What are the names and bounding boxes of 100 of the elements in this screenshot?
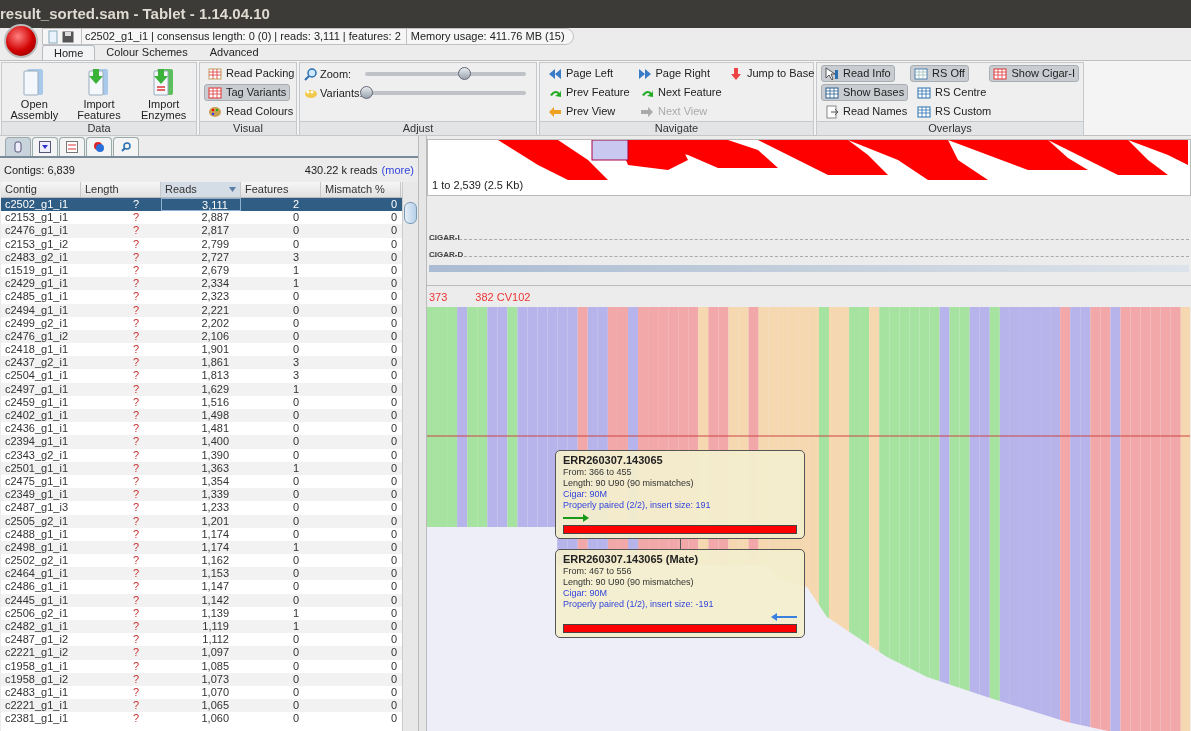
table-row[interactable]: c2437_g2_i1 ? 1,861 3 0 — [1, 356, 403, 370]
palette-icon — [208, 104, 222, 119]
ribbon-button[interactable]: RS Custom — [913, 103, 996, 120]
panel-tab[interactable] — [32, 137, 58, 156]
table-row[interactable]: c2349_g1_i1 ? 1,339 0 0 — [1, 488, 403, 502]
column-header[interactable]: Reads — [161, 182, 241, 197]
table-cell-text: c2483_g2_i1 — [4, 250, 69, 264]
panel-tab[interactable] — [59, 137, 85, 156]
popup-title: ERR260307.143065 — [563, 453, 664, 467]
slider-thumb[interactable] — [458, 67, 472, 80]
table-row[interactable]: c2502_g1_i1 ? 3,111 2 0 — [1, 198, 403, 212]
table-row[interactable]: c2402_g1_i1 ? 1,498 0 0 — [1, 409, 403, 423]
ribbon-button[interactable]: Show Cigar-I — [989, 65, 1079, 82]
slider-thumb[interactable] — [360, 86, 373, 99]
table-cell-text: 1,498 — [200, 409, 230, 423]
table-cell-text: 0 — [389, 435, 398, 449]
ribbon-button[interactable]: Jump to Base — [725, 65, 819, 82]
table-cell-text: c2343_g2_i1 — [4, 448, 69, 462]
ribbon-button[interactable]: Read Colours — [204, 103, 298, 120]
popup-text: From: 467 to 556 — [563, 566, 633, 577]
table-cell-text: c2487_g1_i2 — [4, 633, 69, 647]
table-cell-text: 1,153 — [200, 567, 230, 581]
ribbon-button[interactable]: Open Assembly — [5, 67, 64, 121]
table-cell-text: c2429_g1_i1 — [4, 277, 69, 291]
popup-text: From: 366 to 455 — [563, 467, 633, 478]
table-cell-text: 1,142 — [200, 593, 230, 607]
table-cell-text: ? — [131, 540, 140, 555]
table-cell-text: ? — [131, 290, 140, 304]
table-cell-text: ? — [131, 409, 140, 423]
ribbon-button[interactable]: Import Enzymes — [134, 67, 193, 121]
column-header[interactable]: Contig — [1, 182, 81, 197]
table-row[interactable]: c2482_g1_i1 ? 1,119 1 0 — [1, 620, 403, 634]
contig-count: Contigs: 6,839 — [4, 162, 75, 178]
table-cell-text: 0 — [389, 461, 398, 475]
table-cell-text: 1,085 — [200, 659, 230, 673]
table-row[interactable]: c2429_g1_i1 ? 2,334 1 0 — [1, 277, 403, 291]
table-cell-text: 0 — [291, 633, 300, 647]
table-cell-text: 0 — [291, 448, 300, 462]
read-count: 430.22 k reads — [304, 162, 378, 178]
table-cell-text: 3 — [291, 250, 300, 264]
ribbon-button[interactable]: Show Bases — [821, 84, 909, 101]
scrollbar[interactable] — [402, 182, 418, 731]
table-cell-text: 0 — [291, 685, 300, 700]
cursor-info-icon — [825, 66, 839, 81]
save-icon[interactable] — [62, 30, 74, 43]
ribbon-button[interactable]: RS Off — [910, 65, 969, 82]
table-cell-text: 0 — [291, 211, 300, 225]
table-cell-text: 0 — [389, 554, 398, 568]
ribbon-tab[interactable]: Colour Schemes — [95, 45, 199, 60]
more-link[interactable]: (more) — [381, 161, 414, 179]
table-cell-text: 1 — [291, 461, 300, 475]
table-cell-text: 0 — [389, 198, 398, 212]
ribbon-button[interactable]: Next Feature — [636, 84, 726, 101]
table-cell-text: ? — [131, 580, 140, 594]
table-cell-text: 1,174 — [200, 540, 230, 555]
table-cell-text: 0 — [389, 633, 398, 647]
right-arrow-icon — [640, 104, 654, 119]
ribbon-button[interactable]: Read Packing — [204, 65, 299, 82]
table-cell-text: 0 — [291, 488, 300, 502]
app-orb-button[interactable] — [4, 24, 38, 58]
ribbon-button[interactable]: Read Names — [821, 103, 912, 120]
table-row[interactable]: c2221_g1_i1 ? 1,065 0 0 — [1, 699, 403, 713]
table-cell-text: ? — [131, 659, 140, 673]
table-cell-text: 0 — [389, 527, 398, 541]
column-header[interactable]: Mismatch % — [321, 182, 401, 197]
table-cell-text: c2402_g1_i1 — [4, 409, 69, 423]
table-row[interactable]: c2476_g1_i1 ? 2,817 0 0 — [1, 224, 403, 238]
table-cell-text: ? — [131, 211, 140, 225]
down-arrow-icon — [729, 66, 743, 81]
panel-tab[interactable] — [86, 137, 112, 156]
table-cell-text: 0 — [389, 343, 398, 357]
table-cell-text: ? — [131, 488, 140, 502]
table-cell-text: c2497_g1_i1 — [4, 382, 69, 396]
table-row[interactable]: c2221_g1_i2 ? 1,097 0 0 — [1, 646, 403, 660]
table-cell-text: 0 — [389, 712, 398, 726]
ribbon-button[interactable]: Page Left — [544, 65, 618, 82]
table-cell-text: 2,106 — [200, 329, 230, 344]
ribbon-button[interactable]: Prev View — [544, 103, 620, 120]
ribbon-button[interactable]: RS Centre — [913, 84, 991, 101]
column-header[interactable]: Features — [241, 182, 321, 197]
ribbon-button[interactable]: Page Right — [633, 65, 714, 82]
panel-tab[interactable] — [5, 137, 31, 156]
table-cell-text: 0 — [291, 659, 300, 673]
ribbon-button[interactable]: Import Features — [70, 67, 128, 121]
table-cell-text: c1958_g1_i1 — [4, 659, 69, 673]
sort-icon — [229, 187, 236, 192]
table-row[interactable]: c2464_g1_i1 ? 1,153 0 0 — [1, 567, 403, 581]
popup-title: ERR260307.143065 (Mate) — [563, 552, 700, 566]
ribbon-tab[interactable]: Home — [42, 45, 96, 60]
ribbon-tab[interactable]: Advanced — [198, 45, 270, 60]
panel-tab[interactable] — [113, 137, 139, 156]
grid-icon — [917, 104, 931, 119]
table-cell-text: ? — [131, 527, 140, 541]
ribbon-button[interactable]: Tag Variants — [204, 84, 291, 101]
ribbon-button[interactable]: Read Info — [821, 65, 895, 82]
table-cell-text: 2,887 — [200, 211, 230, 225]
ribbon-button[interactable]: Prev Feature — [544, 84, 634, 101]
table-row[interactable]: c2394_g1_i1 ? 1,400 0 0 — [1, 435, 403, 449]
table-cell-text: 0 — [291, 527, 300, 541]
track-label: CIGAR-I — [429, 233, 460, 242]
